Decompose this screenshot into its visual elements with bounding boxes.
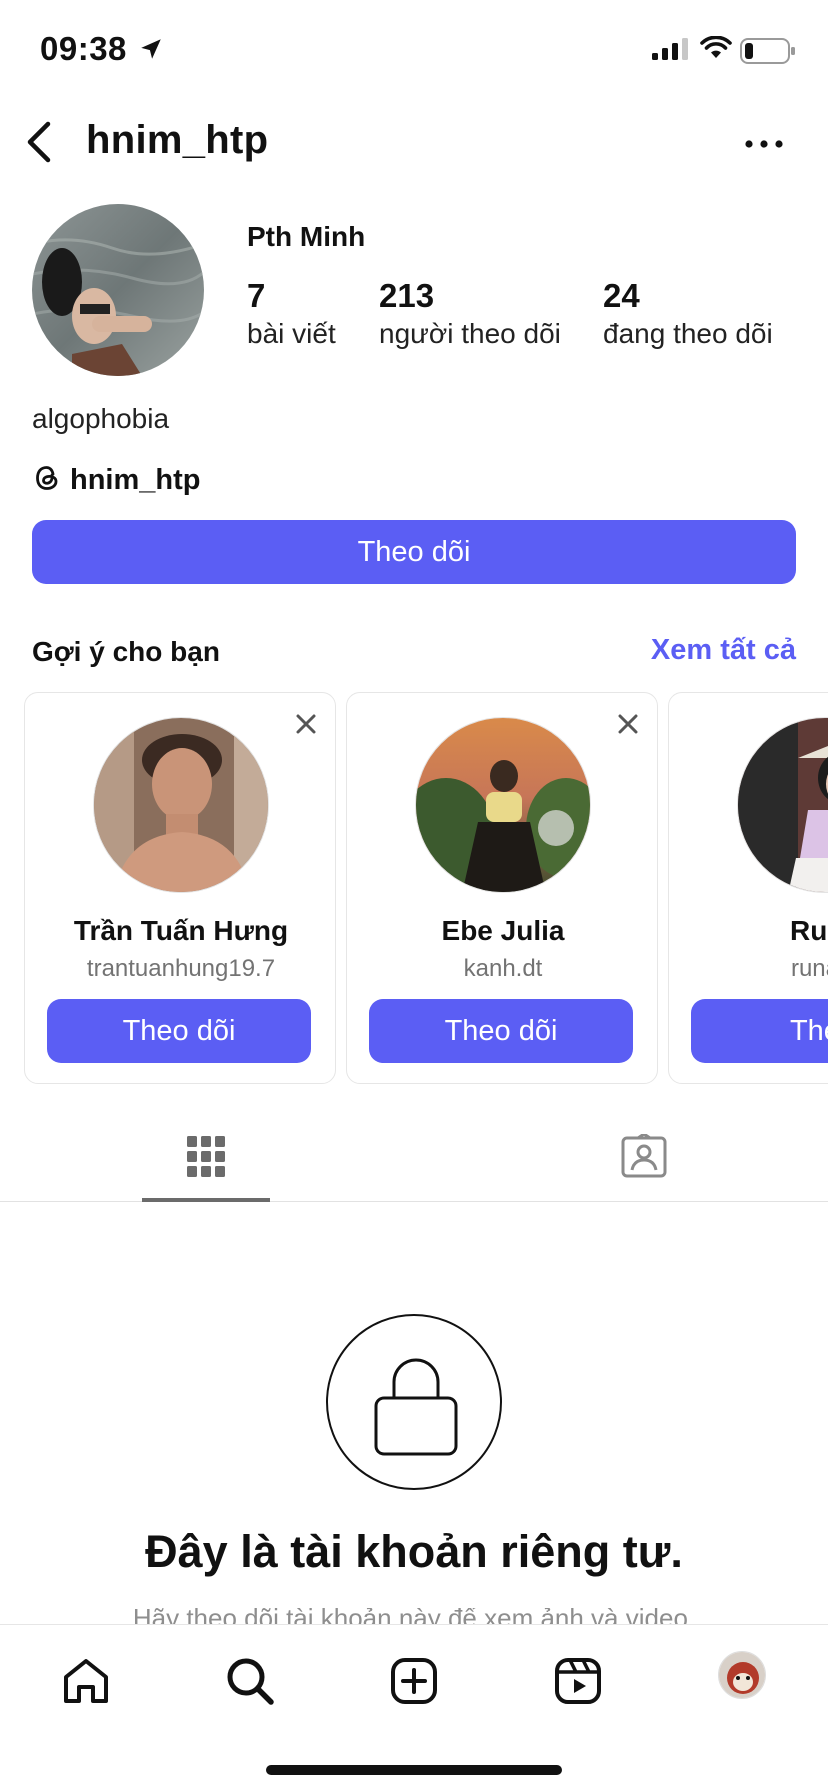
suggestion-avatar[interactable] <box>93 717 269 893</box>
stat-label: đang theo dõi <box>603 318 773 349</box>
threads-link[interactable]: hnim_htp <box>32 462 201 498</box>
suggestion-name: Ebe Julia <box>441 915 565 946</box>
display-name: Pth Minh <box>247 221 366 252</box>
suggestions-title: Gợi ý cho bạn <box>32 636 220 667</box>
reels-icon <box>554 1657 602 1710</box>
status-time: 09:38 <box>40 30 127 67</box>
threads-handle: hnim_htp <box>70 463 201 496</box>
dismiss-icon[interactable] <box>295 713 317 740</box>
private-account-subtitle: Hãy theo dõi tài khoản này để xem ảnh và… <box>132 1608 696 1624</box>
stat-value: 213 <box>379 277 435 314</box>
private-lock-badge <box>326 1314 502 1490</box>
stat-posts[interactable]: 7 bài viết <box>247 276 336 352</box>
suggestion-carousel[interactable]: Trần Tuấn Hưng trantuanhung19.7 Theo dõi… <box>24 692 828 1086</box>
back-arrow-icon[interactable] <box>24 120 54 169</box>
stat-following[interactable]: 24 đang theo dõi <box>603 276 773 352</box>
nav-home[interactable] <box>56 1653 116 1713</box>
location-arrow-icon <box>138 36 164 67</box>
active-tab-indicator <box>142 1198 270 1202</box>
more-options-icon[interactable] <box>744 136 784 154</box>
see-all-link[interactable]: Xem tất cả <box>651 634 796 667</box>
follow-button[interactable]: Theo dõi <box>32 520 796 584</box>
tab-posts-grid[interactable] <box>142 1120 270 1202</box>
suggestion-handle: runa.g <box>790 955 828 982</box>
stat-value: 24 <box>603 277 640 314</box>
threads-icon <box>32 463 62 498</box>
suggestion-card[interactable]: Ebe Julia kanh.dt Theo dõi <box>346 692 658 1084</box>
tagged-person-icon <box>621 1132 667 1202</box>
suggestion-follow-button[interactable]: Theo <box>691 999 828 1063</box>
suggestion-card[interactable]: Trần Tuấn Hưng trantuanhung19.7 Theo dõi <box>24 692 336 1084</box>
home-icon <box>61 1657 111 1710</box>
stat-followers[interactable]: 213 người theo dõi <box>379 276 561 352</box>
suggestion-name: Trần Tuấn Hưng <box>73 915 289 946</box>
profile-header: hnim_htp <box>0 108 828 172</box>
grid-icon <box>186 1134 226 1202</box>
suggestion-avatar[interactable] <box>415 717 591 893</box>
battery-icon <box>740 38 796 69</box>
suggestion-follow-button[interactable]: Theo dõi <box>369 999 633 1063</box>
suggestion-follow-button[interactable]: Theo dõi <box>47 999 311 1063</box>
nav-create[interactable] <box>384 1653 444 1713</box>
profile-tabs <box>0 1120 828 1202</box>
stat-label: bài viết <box>247 318 336 349</box>
search-icon <box>225 1656 275 1711</box>
profile-bio: algophobia <box>32 403 170 434</box>
plus-square-icon <box>390 1657 438 1710</box>
nav-profile-avatar[interactable] <box>718 1651 766 1699</box>
stat-label: người theo dõi <box>379 318 561 349</box>
nav-search[interactable] <box>220 1653 280 1713</box>
wifi-icon <box>700 35 732 65</box>
profile-avatar[interactable] <box>32 204 204 376</box>
suggestion-card[interactable]: Runa runa.g Theo <box>668 692 828 1084</box>
tab-tagged[interactable] <box>580 1120 708 1202</box>
home-indicator[interactable] <box>266 1765 562 1775</box>
dismiss-icon[interactable] <box>617 713 639 740</box>
stat-value: 7 <box>247 277 266 314</box>
page-title: hnim_htp <box>86 118 269 162</box>
status-bar: 09:38 <box>0 0 828 100</box>
private-account-title: Đây là tài khoản riêng tư. <box>145 1526 683 1577</box>
suggestion-avatar[interactable] <box>737 717 828 893</box>
suggestion-handle: trantuanhung19.7 <box>86 955 276 982</box>
suggestion-name: Runa <box>790 915 828 946</box>
suggestion-handle: kanh.dt <box>463 955 543 982</box>
cellular-signal-icon <box>652 38 690 65</box>
nav-reels[interactable] <box>548 1653 608 1713</box>
